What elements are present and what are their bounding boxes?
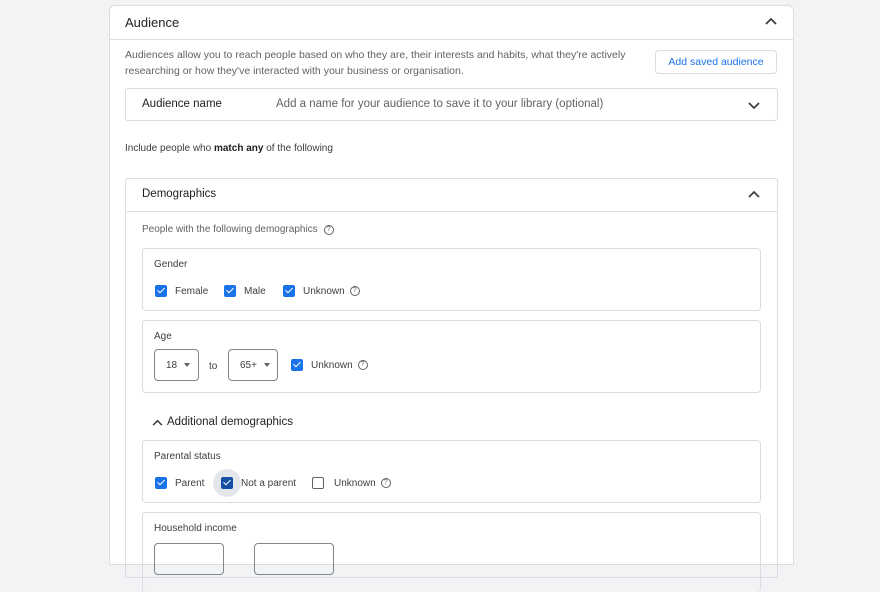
demographics-header[interactable]: Demographics bbox=[126, 179, 777, 212]
parent-label: Parent bbox=[175, 477, 205, 489]
parental-option-parent[interactable]: Parent bbox=[155, 477, 204, 489]
gender-title: Gender bbox=[154, 259, 188, 270]
audience-name-placeholder[interactable]: Add a name for your audience to save it … bbox=[276, 98, 603, 110]
parental-option-not-parent[interactable]: Not a parent bbox=[221, 477, 296, 489]
age-from-select[interactable]: 18 bbox=[154, 349, 199, 381]
chevron-up-icon[interactable] bbox=[765, 17, 777, 27]
parental-status-title: Parental status bbox=[154, 451, 221, 462]
age-section: Age 18 to 65+ Unknown ? bbox=[142, 320, 761, 393]
age-to-select[interactable]: 65+ bbox=[228, 349, 278, 381]
chevron-down-icon[interactable] bbox=[748, 102, 760, 110]
female-label: Female bbox=[175, 285, 209, 297]
include-suffix: of the following bbox=[266, 143, 333, 154]
audience-card: Audience Audiences allow you to reach pe… bbox=[109, 5, 794, 592]
parental-unknown-label: Unknown bbox=[334, 477, 376, 489]
add-saved-audience-button[interactable]: Add saved audience bbox=[655, 50, 777, 74]
demographics-panel: Demographics People with the following d… bbox=[125, 178, 778, 592]
household-income-title: Household income bbox=[154, 523, 237, 534]
age-to-value: 65+ bbox=[240, 359, 257, 371]
parental-option-unknown[interactable]: Unknown ? bbox=[312, 477, 391, 489]
not-parent-label: Not a parent bbox=[241, 477, 297, 489]
gender-option-male[interactable]: Male bbox=[224, 285, 266, 297]
demographics-title: Demographics bbox=[142, 188, 217, 200]
demographics-subtitle-row: People with the following demographics ? bbox=[142, 224, 334, 235]
include-prefix: Include people who bbox=[125, 143, 212, 154]
age-title: Age bbox=[154, 331, 172, 342]
age-from-value: 18 bbox=[166, 359, 178, 371]
help-icon[interactable]: ? bbox=[380, 478, 391, 488]
additional-demographics-label: Additional demographics bbox=[167, 416, 293, 428]
audience-name-row[interactable]: Audience name Add a name for your audien… bbox=[125, 88, 778, 121]
age-unknown-checkbox[interactable] bbox=[291, 359, 303, 371]
audience-name-label: Audience name bbox=[142, 98, 222, 110]
audience-description: Audiences allow you to reach people base… bbox=[125, 49, 626, 77]
age-to-label: to bbox=[209, 361, 218, 372]
gender-unknown-label: Unknown bbox=[303, 285, 345, 297]
not-parent-checkbox[interactable] bbox=[221, 477, 233, 489]
gender-option-unknown[interactable]: Unknown ? bbox=[283, 285, 360, 297]
additional-demographics-toggle[interactable]: Additional demographics bbox=[152, 416, 293, 428]
male-checkbox[interactable] bbox=[224, 285, 236, 297]
parental-status-section: Parental status Parent Not a parent Unkn… bbox=[142, 440, 761, 503]
gender-section: Gender Female Male Unknown ? bbox=[142, 248, 761, 311]
audience-title: Audience bbox=[125, 15, 180, 30]
male-label: Male bbox=[244, 285, 266, 297]
help-icon[interactable]: ? bbox=[323, 224, 334, 235]
help-icon[interactable]: ? bbox=[357, 360, 368, 370]
age-unknown-option[interactable]: Unknown ? bbox=[291, 359, 368, 371]
parental-unknown-checkbox[interactable] bbox=[312, 477, 324, 489]
include-match-any: match any bbox=[213, 143, 264, 154]
demographics-subtitle: People with the following demographics bbox=[142, 224, 318, 235]
household-income-section: Household income bbox=[142, 512, 761, 592]
help-icon[interactable]: ? bbox=[349, 286, 360, 296]
caret-down-icon bbox=[184, 363, 191, 367]
gender-option-female[interactable]: Female bbox=[155, 285, 208, 297]
audience-header[interactable]: Audience bbox=[110, 6, 793, 40]
include-statement: Include people who match any of the foll… bbox=[125, 143, 333, 154]
female-checkbox[interactable] bbox=[155, 285, 167, 297]
age-unknown-label: Unknown bbox=[311, 359, 353, 371]
gender-unknown-checkbox[interactable] bbox=[283, 285, 295, 297]
caret-down-icon bbox=[263, 363, 270, 367]
chevron-up-icon[interactable] bbox=[748, 190, 760, 200]
parent-checkbox[interactable] bbox=[155, 477, 167, 489]
chevron-up-icon bbox=[152, 419, 163, 426]
